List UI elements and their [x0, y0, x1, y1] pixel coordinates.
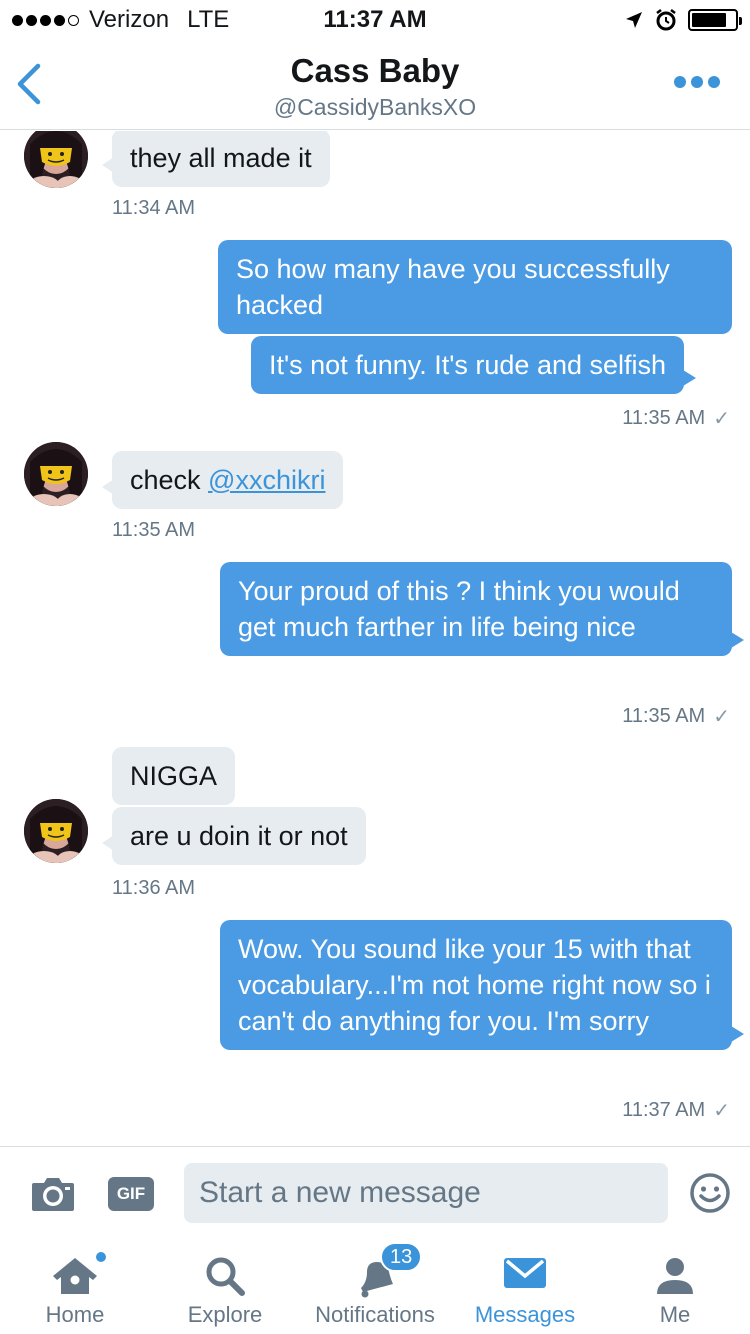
- person-icon: [657, 1258, 693, 1294]
- smiley-icon[interactable]: [688, 1171, 732, 1215]
- outgoing-message[interactable]: Wow. You sound like your 15 with that vo…: [220, 920, 744, 1050]
- status-bar: Verizon LTE 11:37 AM: [0, 0, 750, 40]
- message-text: It's not funny. It's rude and selfish: [269, 350, 667, 380]
- search-icon: [206, 1257, 245, 1296]
- message-text: Wow. You sound like your 15 with that vo…: [238, 934, 711, 1036]
- message-timestamp: 11:35 AM: [112, 519, 196, 541]
- envelope-icon: [504, 1258, 546, 1288]
- message-composer: GIF: [0, 1146, 750, 1242]
- message-timestamp: 11:36 AM: [112, 877, 196, 899]
- outgoing-message[interactable]: Your proud of this ? I think you would g…: [220, 562, 744, 656]
- message-thread[interactable]: they all made it 11:34 AM So how many ha…: [0, 131, 750, 1146]
- conversation-header: Cass Baby @CassidyBanksXO: [0, 40, 750, 130]
- battery-level: [692, 13, 726, 27]
- alarm-clock-icon: [656, 9, 676, 31]
- read-check-icon: ✓: [713, 706, 730, 728]
- tab-label: Me: [659, 1302, 691, 1327]
- read-check-icon: ✓: [713, 408, 730, 430]
- incoming-message[interactable]: they all made it: [102, 131, 330, 187]
- tab-messages[interactable]: Messages: [450, 1242, 600, 1334]
- notification-count-badge: 13: [380, 1242, 423, 1272]
- outgoing-message[interactable]: So how many have you successfully hacked: [218, 240, 732, 334]
- read-check-icon: ✓: [713, 1100, 730, 1122]
- message-timestamp: 11:34 AM: [112, 197, 196, 219]
- battery-icon: [688, 9, 742, 31]
- tab-home[interactable]: Home: [0, 1242, 150, 1334]
- avatar[interactable]: [24, 799, 88, 863]
- message-text: Your proud of this ? I think you would g…: [238, 576, 680, 642]
- incoming-message[interactable]: are u doin it or not: [102, 807, 366, 865]
- incoming-message[interactable]: NIGGA: [112, 747, 236, 805]
- home-icon: [53, 1258, 97, 1294]
- contact-name: Cass Baby: [290, 52, 460, 89]
- incoming-message[interactable]: check @xxchikri: [102, 451, 344, 509]
- message-text: check: [130, 465, 209, 495]
- status-icons: [624, 8, 742, 32]
- timestamp-text: 11:35 AM: [622, 407, 706, 429]
- location-arrow-icon: [626, 12, 642, 28]
- tab-explore[interactable]: Explore: [150, 1242, 300, 1334]
- message-input[interactable]: [184, 1163, 668, 1223]
- new-content-dot: [96, 1252, 106, 1262]
- timestamp-text: 11:35 AM: [622, 705, 706, 727]
- more-dots-icon[interactable]: [674, 76, 720, 88]
- outgoing-message[interactable]: It's not funny. It's rude and selfish: [251, 336, 697, 394]
- message-timestamp: 11:35 AM ✓: [622, 406, 730, 431]
- message-text: are u doin it or not: [130, 821, 348, 851]
- timestamp-text: 11:37 AM: [622, 1099, 706, 1121]
- user-mention-link[interactable]: @xxchikri: [208, 465, 325, 495]
- avatar[interactable]: [24, 442, 88, 506]
- gif-button[interactable]: GIF: [108, 1177, 154, 1211]
- tab-label: Messages: [474, 1302, 576, 1327]
- tab-me[interactable]: Me: [600, 1242, 750, 1334]
- tab-notifications[interactable]: Notifications: [300, 1242, 450, 1334]
- contact-handle: @CassidyBanksXO: [273, 94, 477, 120]
- camera-icon[interactable]: [30, 1175, 76, 1213]
- message-timestamp: 11:37 AM ✓: [622, 1098, 730, 1123]
- message-text: they all made it: [130, 143, 312, 173]
- tab-label: Notifications: [315, 1302, 435, 1327]
- tab-bar: Home Explore Notifications 13 Messages M…: [0, 1242, 750, 1334]
- tab-label: Home: [45, 1302, 105, 1327]
- message-timestamp: 11:35 AM ✓: [622, 704, 730, 729]
- avatar[interactable]: [24, 131, 88, 188]
- message-text: So how many have you successfully hacked: [236, 254, 670, 320]
- tab-label: Explore: [187, 1302, 263, 1327]
- message-text: NIGGA: [130, 761, 218, 791]
